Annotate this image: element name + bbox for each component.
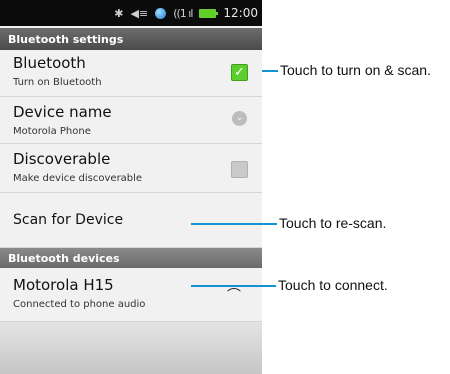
callout-connect: Touch to connect. [278,277,388,293]
status-icons: ✱ ◀≡ ((1 ıl 12:00 [114,0,258,26]
device-status: Connected to phone audio [13,299,146,310]
volume-icon: ◀≡ [130,6,149,20]
headset-icon: ⌒ [227,288,241,304]
bluetooth-icon: ✱ [114,6,124,20]
signal-icon: ((1 ıl [173,6,193,20]
device-name-title: Device name [13,103,112,121]
callout-turn-on: Touch to turn on & scan. [280,62,431,78]
device-name-row[interactable]: Device name Motorola Phone ⌄ [0,97,262,144]
discoverable-row[interactable]: Discoverable Make device discoverable [0,144,262,193]
discoverable-checkbox[interactable] [231,161,248,178]
callout-line-connect [191,285,276,287]
bluetooth-title: Bluetooth [13,54,86,72]
phone-screen: ✱ ◀≡ ((1 ıl 12:00 Bluetooth settings Blu… [0,0,262,374]
battery-icon [199,8,219,18]
status-bar: ✱ ◀≡ ((1 ıl 12:00 [0,0,262,26]
chevron-down-icon[interactable]: ⌄ [232,111,247,126]
bluetooth-checkbox[interactable]: ✓ [231,64,248,81]
globe-icon [155,7,167,19]
scan-for-device-label: Scan for Device [13,212,124,228]
scan-for-device-row[interactable]: Scan for Device [0,193,262,248]
status-clock: 12:00 [223,6,258,20]
bluetooth-devices-header: Bluetooth devices [0,248,262,268]
device-list-item[interactable]: Motorola H15 Connected to phone audio ⌒ [0,268,262,322]
callout-line-rescan [191,223,277,225]
bluetooth-toggle-row[interactable]: Bluetooth Turn on Bluetooth ✓ [0,50,262,97]
callout-rescan: Touch to re-scan. [279,215,387,231]
empty-list-area [0,322,262,374]
bluetooth-settings-header: Bluetooth settings [0,28,262,50]
discoverable-subtitle: Make device discoverable [13,173,143,184]
callout-line-turn-on [262,70,278,72]
discoverable-title: Discoverable [13,150,111,168]
bluetooth-subtitle: Turn on Bluetooth [13,77,102,88]
device-name-subtitle: Motorola Phone [13,126,91,137]
